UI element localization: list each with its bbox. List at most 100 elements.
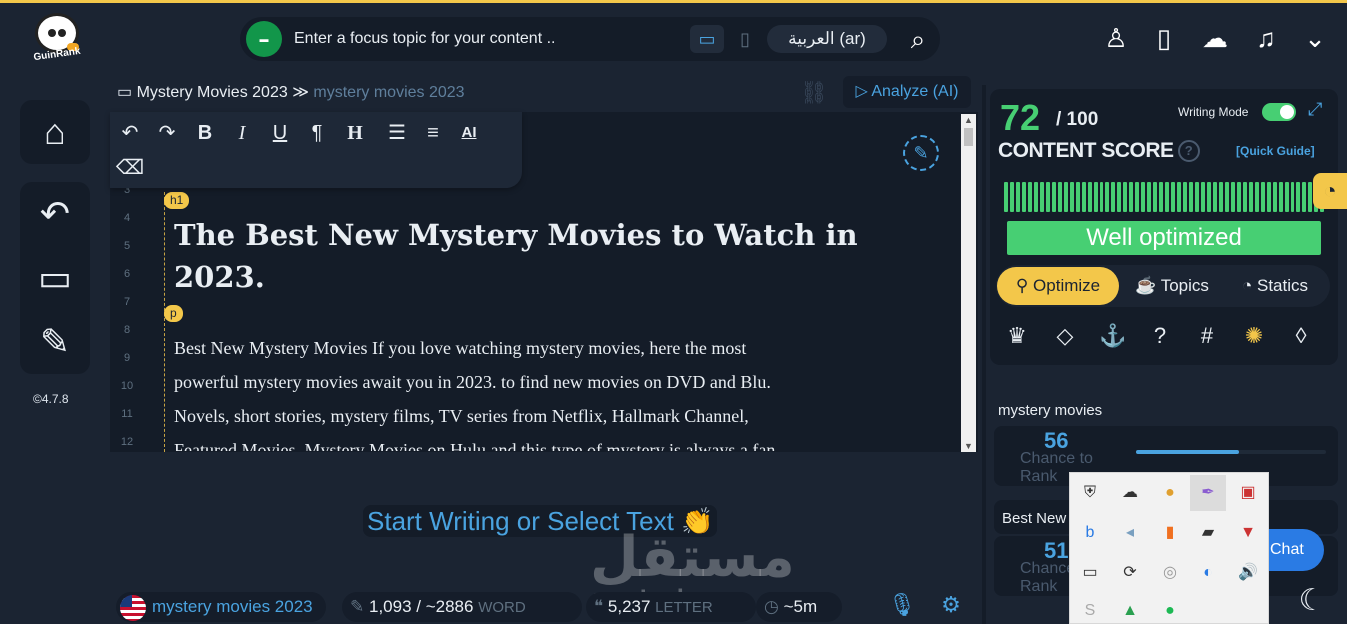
score-meter-tick bbox=[1266, 182, 1271, 212]
scroll-down-icon[interactable]: ▼ bbox=[961, 441, 976, 451]
line-number: 11 bbox=[121, 408, 133, 420]
crown-icon[interactable]: ♛ bbox=[1000, 319, 1034, 353]
focus-topic-input[interactable]: Enter a focus topic for your content .. bbox=[294, 30, 555, 48]
score-meter-tick bbox=[1069, 182, 1074, 212]
cloud-download-icon[interactable]: ☁ bbox=[1198, 19, 1232, 57]
score-meter-tick bbox=[1224, 182, 1229, 212]
edit-icon[interactable]: ✎ bbox=[20, 310, 90, 374]
saudi-flag-icon[interactable]: ▬ bbox=[246, 21, 282, 57]
search-icon[interactable]: ⌕ bbox=[900, 21, 936, 57]
microphone-icon[interactable]: 🎙 bbox=[887, 592, 917, 622]
chevron-down-circle-icon[interactable]: ⌄ bbox=[1298, 19, 1332, 57]
home-icon[interactable]: ⌂ bbox=[20, 100, 90, 164]
anchor-icon[interactable]: ⚓ bbox=[1096, 319, 1130, 353]
tab-optimize[interactable]: ⚲ Optimize bbox=[997, 267, 1119, 305]
cloud-off-icon[interactable]: ☁ bbox=[1112, 475, 1148, 511]
optimization-status: Well optimized bbox=[1007, 221, 1321, 255]
editor-scrollbar[interactable]: ▲ ▼ bbox=[961, 114, 976, 452]
moon-icon[interactable]: ☾ bbox=[1296, 583, 1328, 619]
line-number: 8 bbox=[123, 324, 131, 336]
eraser-icon[interactable]: ⌫ bbox=[114, 153, 146, 183]
tab-statics[interactable]: ◔ Statics bbox=[1226, 267, 1324, 305]
redo-icon[interactable]: ↷ bbox=[151, 118, 183, 148]
expand-icon[interactable]: ⤢ bbox=[1308, 99, 1322, 120]
writing-mode-toggle[interactable] bbox=[1262, 103, 1296, 121]
analyze-ai-button[interactable]: ▷ Analyze (AI) bbox=[843, 76, 971, 108]
user-icon[interactable]: ♙ bbox=[1099, 19, 1133, 57]
us-flag-icon bbox=[120, 594, 146, 621]
lightbulb-icon[interactable]: ✺ bbox=[1237, 319, 1271, 353]
bing-icon[interactable]: b bbox=[1072, 515, 1108, 551]
app-icon[interactable]: ▣ bbox=[1230, 475, 1266, 511]
panel-tabs: ⚲ Optimize ☕ Topics ◔ Statics bbox=[996, 265, 1330, 307]
bell-icon[interactable]: ♫ bbox=[1249, 19, 1283, 57]
wifi-icon[interactable]: ◎ bbox=[1152, 555, 1188, 591]
pie-chart-icon[interactable]: ◔ bbox=[1313, 173, 1347, 209]
monitor-icon[interactable]: ▭ bbox=[1072, 555, 1108, 591]
volume-icon[interactable]: 🔊 bbox=[1230, 555, 1266, 591]
epic-games-icon[interactable]: ▰ bbox=[1190, 515, 1226, 551]
download-icon[interactable]: ▼ bbox=[1230, 515, 1266, 551]
edge-icon[interactable]: ◐ bbox=[1190, 555, 1226, 591]
analyze-label: Analyze (AI) bbox=[871, 83, 959, 100]
desktop-view-icon[interactable]: ▭ bbox=[690, 25, 724, 53]
keyword-pill[interactable]: mystery movies 2023 bbox=[116, 592, 326, 622]
spotify-icon[interactable]: ● bbox=[1152, 593, 1188, 624]
link-icon[interactable]: ⛓ bbox=[797, 80, 831, 110]
tab-topics[interactable]: ☕ Topics bbox=[1124, 267, 1220, 305]
google-drive-icon[interactable]: ▲ bbox=[1112, 593, 1148, 624]
diamond-icon[interactable]: ◊ bbox=[1284, 319, 1318, 353]
panel-divider[interactable] bbox=[982, 85, 986, 624]
line-number: 9 bbox=[123, 352, 131, 364]
bold-icon[interactable]: B bbox=[189, 118, 221, 148]
question-icon[interactable]: ? bbox=[1143, 319, 1177, 353]
breadcrumb-folder[interactable]: Mystery Movies 2023 bbox=[137, 84, 288, 101]
score-meter-tick bbox=[1111, 182, 1116, 212]
files-icon[interactable]: ▮ bbox=[1152, 515, 1188, 551]
italic-icon[interactable]: I bbox=[226, 118, 258, 148]
underline-icon[interactable]: U bbox=[264, 118, 296, 148]
onedrive-icon[interactable]: ● bbox=[1152, 475, 1188, 511]
line-number: 4 bbox=[123, 212, 131, 224]
folder-icon[interactable]: ▭ bbox=[20, 246, 90, 310]
ai-text-icon[interactable]: AI bbox=[453, 118, 485, 148]
watermark-arabic: مستقل bbox=[590, 525, 795, 590]
audio-device-icon[interactable]: ◂ bbox=[1112, 515, 1148, 551]
scroll-up-icon[interactable]: ▲ bbox=[961, 115, 976, 125]
skype-icon[interactable]: S bbox=[1072, 593, 1108, 624]
sidebar: ⌂ ↶ ▭ ✎ ©4.7.8 bbox=[0, 71, 110, 624]
mobile-view-icon[interactable]: ▯ bbox=[728, 25, 762, 53]
score-meter-tick bbox=[1057, 182, 1062, 212]
align-icon[interactable]: ≡ bbox=[417, 118, 449, 148]
score-meter-tick bbox=[1159, 182, 1164, 212]
quick-guide-link[interactable]: [Quick Guide] bbox=[1236, 144, 1315, 158]
feather-icon[interactable]: ✒ bbox=[1190, 475, 1226, 511]
folder-icon: ▭ bbox=[117, 84, 133, 101]
paragraph-icon[interactable]: ¶ bbox=[301, 118, 333, 148]
paragraph-line: powerful mystery movies await you in 202… bbox=[174, 372, 771, 392]
bullet-list-icon[interactable]: ☰ bbox=[381, 118, 413, 148]
tag-icon[interactable]: ◇ bbox=[1048, 319, 1082, 353]
sidebar-actions-group: ↶ ▭ ✎ bbox=[20, 182, 90, 374]
guinrank-logo[interactable]: GuinRank bbox=[22, 13, 92, 73]
shield-icon[interactable]: ⛨ bbox=[1072, 475, 1108, 511]
score-meter-tick bbox=[1093, 182, 1098, 212]
scroll-thumb[interactable] bbox=[964, 128, 973, 146]
score-meter-tick bbox=[1200, 182, 1205, 212]
undo-icon[interactable]: ↶ bbox=[114, 118, 146, 148]
score-meter-tick bbox=[1284, 182, 1289, 212]
sync-icon[interactable]: ⟳ bbox=[1112, 555, 1148, 591]
gear-icon[interactable]: ⚙ bbox=[936, 592, 966, 622]
score-meter-tick bbox=[1302, 182, 1307, 212]
article-paragraph[interactable]: Best New Mystery Movies If you love watc… bbox=[174, 331, 954, 451]
share-icon[interactable]: ↶ bbox=[20, 182, 90, 246]
microscope-icon: ⚲ bbox=[1015, 276, 1029, 295]
grid-icon[interactable]: # bbox=[1190, 319, 1224, 353]
heading-icon[interactable]: H bbox=[339, 118, 371, 148]
language-select[interactable]: العربية (ar) bbox=[767, 25, 887, 53]
help-icon[interactable]: ? bbox=[1177, 140, 1200, 163]
keyword-progress bbox=[1136, 450, 1326, 454]
pencil-icon[interactable]: ✎ bbox=[903, 135, 939, 171]
document-icon[interactable]: ▯ bbox=[1147, 19, 1181, 57]
article-heading[interactable]: The Best New Mystery Movies to Watch in … bbox=[174, 214, 894, 298]
